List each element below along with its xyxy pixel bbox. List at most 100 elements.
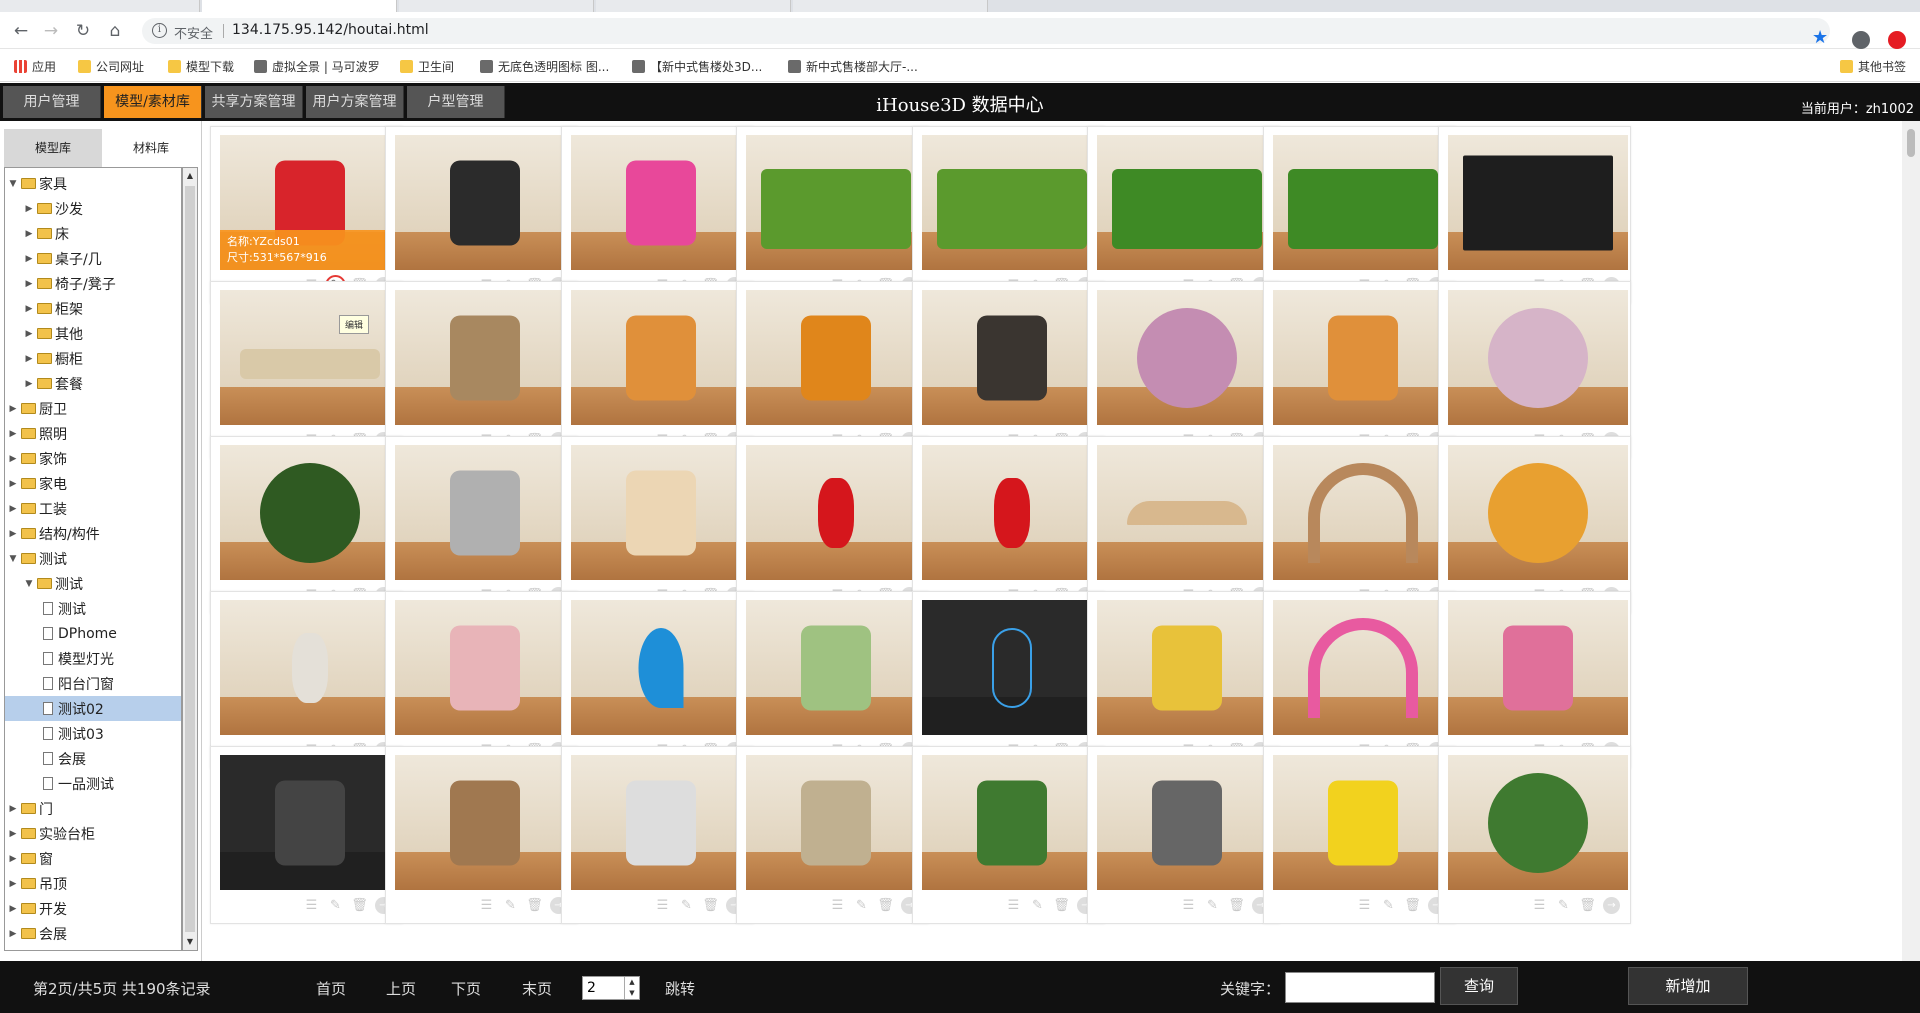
edit-icon[interactable]: ✎ <box>1555 897 1572 914</box>
model-card[interactable]: ☰✎🗑→ <box>561 436 754 614</box>
model-thumbnail[interactable] <box>1097 445 1277 580</box>
scroll-down-icon[interactable]: ▼ <box>183 934 197 950</box>
model-thumbnail[interactable] <box>746 290 926 425</box>
tree-node[interactable]: ▶ 吊顶 <box>5 871 181 896</box>
model-card[interactable]: ☰✎🗑→ <box>561 126 754 304</box>
forward-icon[interactable]: → <box>40 20 62 42</box>
edit-icon[interactable]: ✎ <box>1204 897 1221 914</box>
model-thumbnail[interactable] <box>220 290 400 425</box>
model-thumbnail[interactable] <box>746 600 926 735</box>
tree-node[interactable]: ▶ 椅子/凳子 <box>5 271 181 296</box>
model-thumbnail[interactable] <box>220 755 400 890</box>
tab-model-library[interactable]: 模型库 <box>4 129 102 167</box>
model-thumbnail[interactable] <box>922 290 1102 425</box>
model-card[interactable]: ☰✎🗑→ <box>736 126 929 304</box>
bookmark-item[interactable]: 应用 <box>14 58 56 75</box>
model-card[interactable]: ☰✎🗑→ <box>561 746 754 924</box>
expand-icon[interactable]: ▶ <box>7 829 19 839</box>
tree-node[interactable]: ▶ 工装 <box>5 496 181 521</box>
expand-icon[interactable]: ▶ <box>7 529 19 539</box>
bookmark-item[interactable]: 公司网址 <box>78 58 144 75</box>
back-icon[interactable]: ← <box>10 20 32 42</box>
tree-node[interactable]: ▶ 柜架 <box>5 296 181 321</box>
delete-icon[interactable]: 🗑 <box>1228 897 1245 914</box>
bookmark-item[interactable]: 其他书签 <box>1840 58 1906 75</box>
model-thumbnail[interactable] <box>1273 755 1453 890</box>
tree-node[interactable]: ▶ 开发 <box>5 896 181 921</box>
url-text[interactable]: 134.175.95.142/houtai.html <box>232 22 429 38</box>
model-thumbnail[interactable] <box>571 755 751 890</box>
expand-icon[interactable]: ▶ <box>7 429 19 439</box>
tree-node[interactable]: ▶ 桌子/几 <box>5 246 181 271</box>
tree-node[interactable]: 测试03 <box>5 721 181 746</box>
model-thumbnail[interactable] <box>395 445 575 580</box>
page-scrollbar[interactable] <box>1902 121 1920 961</box>
delete-icon[interactable]: 🗑 <box>1404 897 1421 914</box>
detail-icon[interactable]: ☰ <box>829 897 846 914</box>
omnibox[interactable]: i 不安全 134.175.95.142/houtai.html <box>142 18 1830 44</box>
expand-icon[interactable]: ▶ <box>7 879 19 889</box>
tree-node[interactable]: ▶ 会展 <box>5 921 181 946</box>
expand-icon[interactable]: ▶ <box>23 354 35 364</box>
model-thumbnail[interactable] <box>746 135 926 270</box>
tree-node[interactable]: ▼ 测试 <box>5 546 181 571</box>
prev-page-link[interactable]: 上页 <box>386 978 416 999</box>
tree-node[interactable]: ▼ 家具 <box>5 171 181 196</box>
delete-icon[interactable]: 🗑 <box>1579 897 1596 914</box>
model-thumbnail[interactable] <box>1273 135 1453 270</box>
bookmark-item[interactable]: 虚拟全景 | 马可波罗 <box>254 58 380 75</box>
model-thumbnail[interactable] <box>1097 135 1277 270</box>
expand-icon[interactable]: ▶ <box>7 479 19 489</box>
edit-icon[interactable]: ✎ <box>1380 897 1397 914</box>
expand-icon[interactable]: ▶ <box>23 304 35 314</box>
delete-icon[interactable]: 🗑 <box>702 897 719 914</box>
model-thumbnail[interactable] <box>1448 445 1628 580</box>
browser-tab[interactable] <box>596 0 791 12</box>
detail-icon[interactable]: ☰ <box>303 897 320 914</box>
page-number-input[interactable]: 2 ▲ ▼ <box>582 976 640 1000</box>
model-card[interactable]: ☰✎🗑→ <box>1263 591 1456 769</box>
collapse-icon[interactable]: ▼ <box>7 554 19 564</box>
model-card[interactable]: ☰✎🗑→ <box>912 591 1105 769</box>
delete-icon[interactable]: 🗑 <box>526 897 543 914</box>
tab-model-library[interactable]: 模型/素材库 <box>104 86 202 118</box>
model-card[interactable]: ☰✎🗑→ <box>1263 281 1456 459</box>
bookmark-item[interactable]: 模型下载 <box>168 58 234 75</box>
delete-icon[interactable]: 🗑 <box>877 897 894 914</box>
model-card[interactable]: ☰✎🗑→ <box>1087 281 1280 459</box>
browser-tab-active[interactable] <box>202 0 397 12</box>
model-card[interactable]: ☰✎🗑→ <box>385 591 578 769</box>
model-thumbnail[interactable] <box>220 445 400 580</box>
collapse-icon[interactable]: ▼ <box>7 179 19 189</box>
model-thumbnail[interactable] <box>922 600 1102 735</box>
search-button[interactable]: 查询 <box>1440 967 1518 1005</box>
tab-user-management[interactable]: 用户管理 <box>3 86 101 118</box>
expand-icon[interactable]: ▶ <box>7 404 19 414</box>
bookmark-item[interactable]: 新中式售楼部大厅-... <box>788 58 918 75</box>
page-scroll-thumb[interactable] <box>1907 129 1915 157</box>
tree-node[interactable]: 测试02 <box>5 696 181 721</box>
tree-node[interactable]: ▶ 门 <box>5 796 181 821</box>
model-thumbnail[interactable] <box>1448 135 1628 270</box>
model-card[interactable]: 名称:YZcds01尺寸:531*567*916☰✎🗑→ <box>210 126 403 304</box>
tree-node[interactable]: 模型灯光 <box>5 646 181 671</box>
expand-icon[interactable]: ▶ <box>23 279 35 289</box>
reload-icon[interactable]: ↻ <box>72 20 94 42</box>
extension-icon[interactable] <box>1888 31 1906 49</box>
tree-node[interactable]: DPhome <box>5 621 181 646</box>
last-page-link[interactable]: 末页 <box>522 978 552 999</box>
model-card[interactable]: ☰✎🗑→ <box>912 126 1105 304</box>
model-card[interactable]: ☰✎🗑→ <box>736 436 929 614</box>
tree-node[interactable]: 会展 <box>5 746 181 771</box>
model-thumbnail[interactable] <box>571 600 751 735</box>
model-card[interactable]: ☰✎🗑→ <box>1438 436 1631 614</box>
model-card[interactable]: ☰✎🗑→ <box>210 591 403 769</box>
detail-icon[interactable]: ☰ <box>478 897 495 914</box>
tree-node[interactable]: ▶ 家饰 <box>5 446 181 471</box>
model-thumbnail[interactable] <box>746 445 926 580</box>
tree-node[interactable]: ▶ 厨卫 <box>5 396 181 421</box>
detail-icon[interactable]: ☰ <box>1531 897 1548 914</box>
model-card[interactable]: ☰✎🗑→ <box>385 281 578 459</box>
edit-icon[interactable]: ✎ <box>1029 897 1046 914</box>
model-card[interactable]: ☰✎🗑→ <box>385 436 578 614</box>
